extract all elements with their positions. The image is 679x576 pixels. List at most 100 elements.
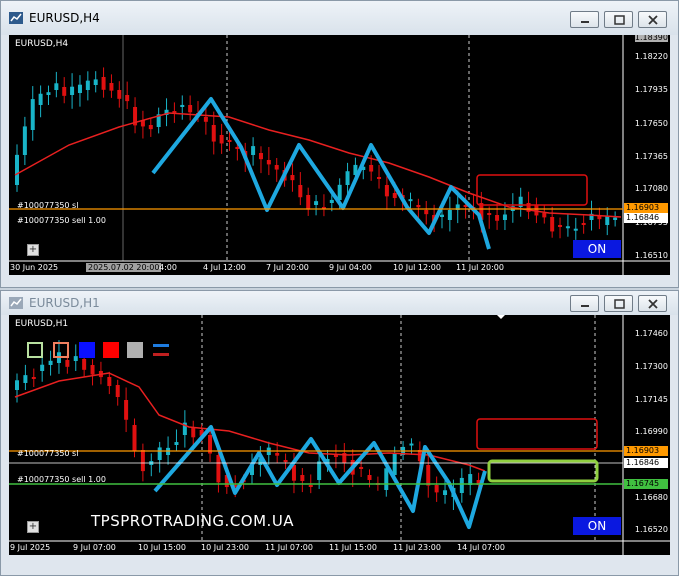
candle-body [115,385,120,398]
candle-body [15,380,19,390]
candle-body [65,360,70,367]
price-scale-label: 1.18390 [634,35,668,42]
candle-body [367,475,372,480]
candle-body [82,359,87,370]
price-scale-label: 1.17650 [634,119,668,128]
candle-body [117,90,122,99]
candle-body [283,460,288,463]
time-scale-label: 11 Jul 07:00 [265,543,313,552]
candle-body [426,465,431,486]
candle-body [439,214,444,217]
minimize-button[interactable] [570,295,599,312]
candle-body [459,477,464,493]
time-scale-label: 11 Jul 23:00 [393,543,441,552]
candle-body [275,453,280,456]
candle-body [424,210,429,215]
on-button[interactable]: ON [573,240,621,258]
candle-body [219,135,224,144]
price-chart-h1[interactable]: EURUSD,H1 #100077350 sl #100077350 sell … [9,315,670,555]
candle-body [38,93,43,105]
chart-window-h4: EURUSD,H4 EURUSD,H4 #100077350 sl #10007… [0,0,679,288]
close-button[interactable] [638,295,667,312]
candle-body [251,146,256,155]
bid-price-tag: 1.16846 [624,458,668,468]
order-sell-label: #100077350 sell 1.00 [17,475,106,484]
candle-body [359,467,364,469]
time-scale-label: 11 Jul 15:00 [329,543,377,552]
candle-body [22,126,27,155]
time-scale-label: 9 Jul 04:00 [329,263,372,272]
color-swatch-orange-outline[interactable] [53,342,69,358]
candle-body [377,177,382,179]
expand-button[interactable]: + [27,244,39,256]
sell-zone-rectangle [476,174,588,206]
expand-button[interactable]: + [27,521,39,533]
candle-body [188,105,193,113]
candle-body [54,83,59,90]
on-button[interactable]: ON [573,517,621,535]
candle-body [384,185,389,197]
candle-body [15,154,19,185]
candle-body [211,125,216,142]
candle-body [416,205,421,208]
candle-body [298,185,303,198]
price-scale-label: 1.17080 [634,184,668,193]
window-titlebar[interactable]: EURUSD,H1 [1,291,678,315]
price-scale-label: 1.16520 [634,525,668,534]
time-scale-label: 4:00 [159,263,177,272]
candle-body [300,475,305,481]
candle-body [314,201,319,205]
candle-body [274,165,279,170]
price-scale-label: 1.16510 [634,251,668,260]
candle-body [258,153,263,160]
time-scale-label: 10 Jul 15:00 [138,543,186,552]
candle-body [48,360,53,365]
candle-body [290,175,295,181]
candle-body [337,184,342,200]
time-scale-label: 11 Jul 20:00 [456,263,504,272]
price-scale-label: 1.16990 [634,427,668,436]
time-scale-label: 9 Jul 07:00 [73,543,116,552]
candle-body [40,364,45,371]
time-scale-label: 10 Jul 12:00 [393,263,441,272]
line-style-icon[interactable] [151,342,171,358]
minimize-icon [581,21,589,23]
close-icon [648,15,658,25]
candle-body [392,453,397,475]
candle-body [157,447,162,460]
color-swatch-red[interactable] [103,342,119,358]
maximize-button[interactable] [604,11,633,28]
candle-body [392,193,397,199]
symbol-label: EURUSD,H1 [15,319,69,329]
time-scale-label: 30 Jun 2025 [10,263,59,272]
candle-body [23,375,28,383]
candle-body [434,485,439,493]
candle-body [85,80,90,90]
close-button[interactable] [638,11,667,28]
minimize-icon [581,305,589,307]
shift-marker [497,315,505,319]
candle-body [109,83,114,91]
chart-window-h1: EURUSD,H1 EURUSD,H1 #100077350 sl #10007… [0,290,679,576]
candle-body [191,427,196,438]
candle-body [90,365,95,375]
candle-body [148,125,153,130]
color-swatch-green-outline[interactable] [27,342,43,358]
target-zone-rectangle [487,459,599,483]
price-scale-label: 1.17145 [634,395,668,404]
order-sl-label: #100077350 sl [17,449,79,458]
maximize-button[interactable] [604,295,633,312]
price-chart-h4[interactable]: EURUSD,H4 #100077350 sl #100077350 sell … [9,35,670,275]
window-titlebar[interactable]: EURUSD,H4 [1,1,678,35]
minimize-button[interactable] [570,11,599,28]
color-swatch-gray[interactable] [127,342,143,358]
candle-body [46,92,51,95]
price-scale-label: 1.16680 [634,493,668,502]
candle-body [447,209,452,220]
candle-body [62,87,67,96]
color-swatch-blue[interactable] [79,342,95,358]
candle-body [329,199,334,203]
candle-body [408,199,413,202]
price-scale-label: 1.17365 [634,152,668,161]
candle-body [550,217,555,232]
